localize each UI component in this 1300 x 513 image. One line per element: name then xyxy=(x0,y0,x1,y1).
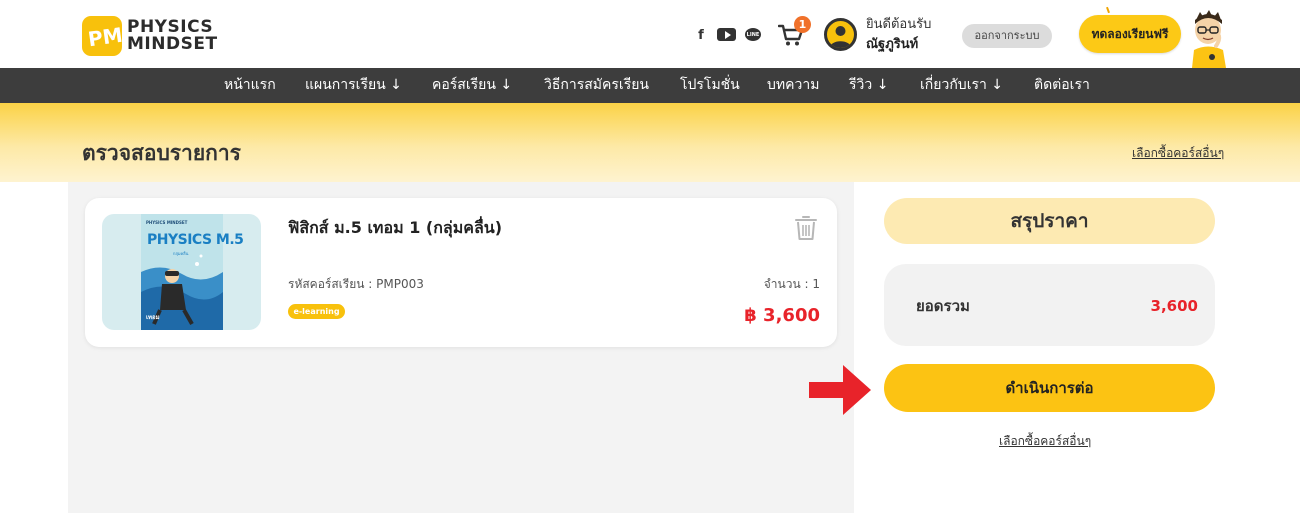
logout-button[interactable]: ออกจากระบบ xyxy=(962,24,1052,48)
nav-reviews[interactable]: รีวิว ↓ xyxy=(849,68,888,103)
arrow-right-icon xyxy=(809,365,871,415)
nav-about[interactable]: เกี่ยวกับเรา ↓ xyxy=(920,68,1003,103)
line-icon[interactable]: LINE xyxy=(745,28,761,41)
logo-mark-icon: PM xyxy=(82,16,124,56)
nav-how-to-apply[interactable]: วิธีการสมัครเรียน xyxy=(544,68,649,103)
avatar-icon[interactable] xyxy=(824,18,857,51)
nav-courses[interactable]: คอร์สเรียน ↓ xyxy=(432,68,512,103)
summary-more-courses-link[interactable]: เลือกซื้อคอร์สอื่นๆ xyxy=(999,432,1091,450)
item-price: ฿ 3,600 xyxy=(744,305,820,326)
nav-study-plan[interactable]: แผนการเรียน ↓ xyxy=(305,68,402,103)
summary-heading: สรุปราคา xyxy=(884,198,1215,244)
page-title: ตรวจสอบรายการ xyxy=(82,141,241,165)
main-nav: หน้าแรก แผนการเรียน ↓ คอร์สเรียน ↓ วิธีก… xyxy=(0,68,1300,103)
cover-subtitle: กลุ่มคลื่น xyxy=(173,251,189,256)
cover-brand: PHYSICS MINDSET xyxy=(146,220,188,225)
cover-title: PHYSICS M.5 xyxy=(147,232,244,248)
item-quantity: จำนวน : 1 xyxy=(763,277,820,291)
cart-count-badge: 1 xyxy=(794,16,811,33)
total-label: ยอดรวม xyxy=(916,297,970,315)
nav-articles[interactable]: บทความ xyxy=(767,68,819,103)
free-trial-button[interactable]: ทดลองเรียนฟรี xyxy=(1079,15,1181,53)
trash-icon[interactable] xyxy=(794,215,818,241)
cover-term: เทอม xyxy=(146,314,160,321)
proceed-button[interactable]: ดำเนินการต่อ xyxy=(884,364,1215,412)
total-value: 3,600 xyxy=(1150,297,1198,315)
site-header: PM PHYSICS MINDSET f LINE 1 ยินดีต้อนรับ… xyxy=(0,0,1300,68)
welcome-text: ยินดีต้อนรับ xyxy=(866,17,932,32)
mascot-icon xyxy=(1192,10,1226,68)
course-name[interactable]: ฟิสิกส์ ม.5 เทอม 1 (กลุ่มคลื่น) xyxy=(288,217,502,239)
more-courses-link[interactable]: เลือกซื้อคอร์สอื่นๆ xyxy=(1132,144,1224,162)
facebook-icon[interactable]: f xyxy=(696,28,706,43)
logo-text: PHYSICS MINDSET xyxy=(127,17,218,54)
elearning-badge: e-learning xyxy=(288,304,345,319)
nav-promotion[interactable]: โปรโมชั่น xyxy=(680,68,740,103)
username: ณัฐภูรินท์ xyxy=(866,37,919,52)
nav-home[interactable]: หน้าแรก xyxy=(224,68,276,103)
nav-contact[interactable]: ติดต่อเรา xyxy=(1034,68,1090,103)
course-code: รหัสคอร์สเรียน : PMP003 xyxy=(288,277,424,291)
site-logo[interactable]: PM PHYSICS MINDSET xyxy=(82,16,218,56)
youtube-icon[interactable] xyxy=(717,28,736,41)
